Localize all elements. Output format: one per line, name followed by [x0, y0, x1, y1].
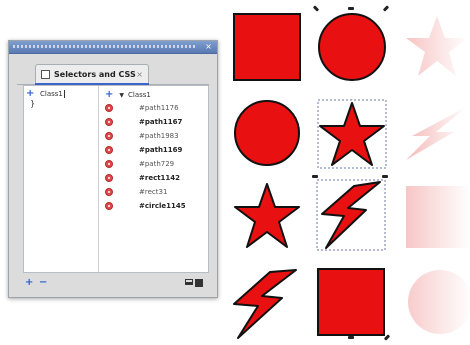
- red-square-shape-selected[interactable]: [314, 266, 388, 340]
- red-square-shape[interactable]: [232, 12, 302, 82]
- selection-handle[interactable]: [312, 175, 318, 178]
- remove-button[interactable]: −: [39, 275, 47, 291]
- list-item-label: #path1983: [139, 132, 179, 140]
- faded-circle-shape[interactable]: [404, 266, 470, 338]
- list-item-label: #path1176: [139, 104, 179, 112]
- remove-icon[interactable]: [105, 146, 113, 154]
- list-item-label: #path1169: [139, 146, 183, 154]
- remove-icon[interactable]: [105, 202, 113, 210]
- red-circle-shape-selected[interactable]: [316, 8, 388, 82]
- selection-handle[interactable]: [382, 175, 388, 178]
- red-lightning-shape-selected[interactable]: [314, 178, 388, 254]
- selection-handle[interactable]: [348, 336, 354, 339]
- bottom-toolbar: + −: [23, 275, 207, 291]
- red-star-shape-selected[interactable]: [316, 98, 388, 170]
- style-editor-pane[interactable]: + Class1 }: [24, 86, 99, 272]
- titlebar-grip[interactable]: [13, 45, 197, 48]
- remove-icon[interactable]: [105, 188, 113, 196]
- selection-handle[interactable]: [348, 7, 354, 10]
- selectors-css-dialog: × Selectors and CSS × + Class1 } + ▼ Class…: [8, 40, 218, 298]
- red-circle-shape[interactable]: [232, 98, 302, 168]
- red-lightning-shape[interactable]: [228, 266, 304, 342]
- remove-icon[interactable]: [105, 160, 113, 168]
- add-property-icon[interactable]: +: [26, 89, 34, 99]
- list-item-label: #rect1142: [139, 174, 181, 182]
- add-selector-icon[interactable]: +: [105, 89, 113, 100]
- selector-list-pane: + ▼ Class1 #path1176 #path1167 #path1983 #…: [99, 86, 208, 272]
- tab-selectors-and-css[interactable]: Selectors and CSS ×: [35, 64, 149, 85]
- list-item-label: #circle1145: [139, 202, 186, 210]
- horizontal-layout-icon[interactable]: [185, 279, 193, 285]
- dialog-titlebar[interactable]: ×: [9, 41, 217, 54]
- closing-brace: }: [30, 99, 36, 108]
- red-star-shape[interactable]: [232, 180, 302, 252]
- remove-icon[interactable]: [105, 104, 113, 112]
- tab-close-icon[interactable]: ×: [136, 65, 143, 85]
- selector-editor-text[interactable]: Class1: [40, 90, 65, 98]
- expand-arrow-icon[interactable]: ▼: [119, 92, 124, 99]
- faded-square-shape[interactable]: [404, 184, 470, 250]
- remove-icon[interactable]: [105, 118, 113, 126]
- tab-label: Selectors and CSS: [54, 70, 136, 79]
- list-item-label: #path729: [139, 160, 175, 168]
- tab-bar: Selectors and CSS ×: [17, 62, 209, 85]
- selectors-panel: + Class1 } + ▼ Class1 #path1176 #path1167 …: [23, 85, 209, 273]
- list-item-label: #rect31: [139, 188, 168, 196]
- add-button[interactable]: +: [25, 275, 33, 291]
- titlebar-close-icon[interactable]: ×: [204, 42, 213, 51]
- list-item-label: #path1167: [139, 118, 183, 126]
- vertical-layout-icon[interactable]: [195, 279, 203, 287]
- remove-icon[interactable]: [105, 132, 113, 140]
- selector-header[interactable]: + ▼ Class1: [105, 89, 151, 100]
- selector-header-label: Class1: [128, 91, 151, 99]
- css-icon: [41, 70, 50, 79]
- remove-icon[interactable]: [105, 174, 113, 182]
- faded-star-shape[interactable]: [404, 14, 470, 80]
- faded-arrow-shape[interactable]: [402, 104, 470, 164]
